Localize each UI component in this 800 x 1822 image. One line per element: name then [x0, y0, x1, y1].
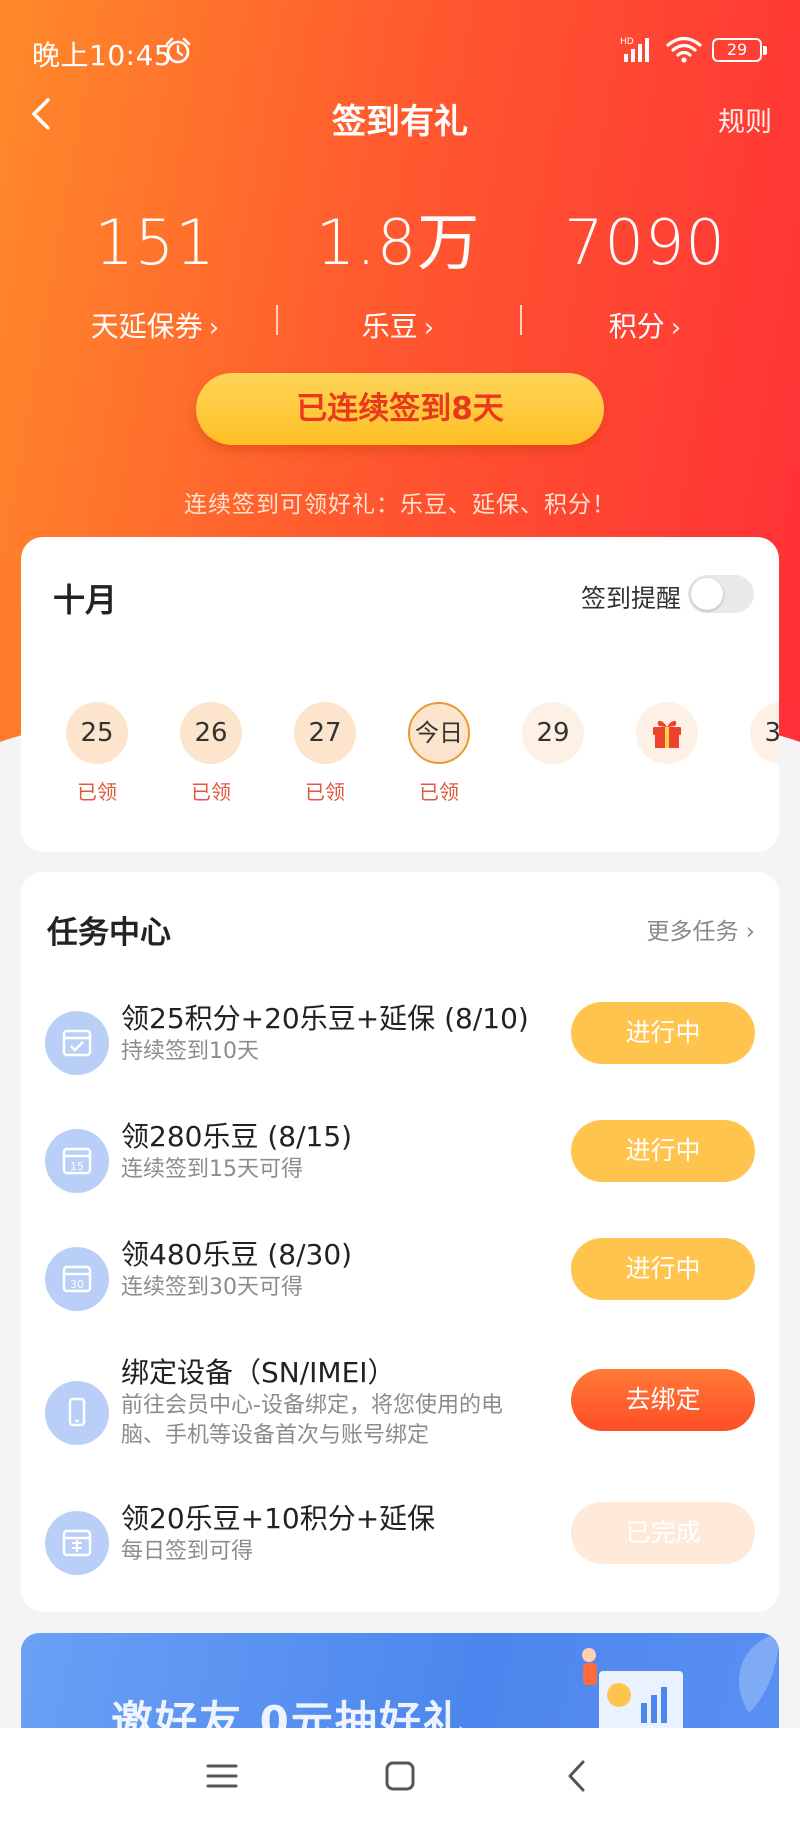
task-in-progress-button[interactable]: 进行中 — [571, 1002, 755, 1064]
task-name: 领280乐豆 (8/15) — [121, 1120, 353, 1153]
calendar-sign-icon — [45, 1511, 109, 1575]
home-icon[interactable] — [380, 1756, 420, 1796]
chevron-right-icon: › — [208, 313, 220, 343]
task-name: 领20乐豆+10积分+延保 — [121, 1502, 436, 1535]
stat-label: 天延保券 — [90, 310, 203, 343]
task-completed-button[interactable]: 已完成 — [571, 1502, 755, 1564]
stat-warranty-coupons[interactable]: 151 天延保券 › — [35, 205, 275, 345]
task-name: 绑定设备（SN/IMEI） — [121, 1356, 396, 1389]
stats-row: 151 天延保券 › 1.8万 乐豆 › 7090 积分 › — [0, 205, 800, 355]
task-row: 绑定设备（SN/IMEI） 前往会员中心-设备绑定，将您使用的电脑、手机等设备首… — [21, 1351, 779, 1481]
toggle-knob — [691, 578, 723, 610]
chevron-right-icon: › — [423, 313, 435, 343]
page-title: 签到有礼 — [332, 102, 468, 142]
calendar-15-icon: 15 — [45, 1129, 109, 1193]
day-29[interactable]: 29 — [513, 702, 593, 776]
day-status: 已领 — [305, 780, 345, 804]
system-navigation-bar — [0, 1728, 800, 1822]
task-row: 领25积分+20乐豆+延保 (8/10) 持续签到10天 进行中 — [21, 997, 779, 1097]
task-desc: 每日签到可得 — [121, 1539, 254, 1564]
phone-icon — [45, 1381, 109, 1445]
calendar-month: 十月 — [53, 581, 118, 619]
wifi-icon — [666, 36, 702, 63]
gift-icon — [653, 720, 681, 748]
signal-icon: HD — [620, 37, 649, 62]
day-today[interactable]: 今日 已领 — [399, 702, 479, 805]
day-gift[interactable] — [627, 702, 707, 776]
day-27[interactable]: 27 已领 — [285, 702, 365, 805]
svg-text:HD: HD — [620, 37, 634, 47]
calendar-check-icon — [45, 1011, 109, 1075]
day-status: 已领 — [77, 780, 117, 804]
day-circle: 27 — [294, 702, 356, 764]
svg-text:30: 30 — [70, 1278, 84, 1291]
calendar-card: 十月 签到提醒 25 已领 26 已领 27 已领 今日 已领 29 3 — [21, 537, 779, 852]
invite-banner[interactable]: 邀好友 0元抽好礼 — [21, 1633, 779, 1733]
streak-button[interactable]: 已连续签到8天 — [196, 373, 604, 445]
task-row: 30 领480乐豆 (8/30) 连续签到30天可得 进行中 — [21, 1233, 779, 1333]
task-in-progress-button[interactable]: 进行中 — [571, 1120, 755, 1182]
back-icon[interactable] — [558, 1756, 598, 1796]
rules-link[interactable]: 规则 — [718, 100, 772, 139]
streak-hint: 连续签到可领好礼：乐豆、延保、积分！ — [184, 492, 616, 518]
divider — [520, 305, 522, 335]
remind-toggle[interactable] — [688, 575, 754, 613]
task-desc: 连续签到15天可得 — [121, 1157, 303, 1182]
remind-label: 签到提醒 — [581, 584, 682, 613]
task-name: 领480乐豆 (8/30) — [121, 1238, 353, 1271]
day-26[interactable]: 26 已领 — [171, 702, 251, 805]
stat-value: 1.8万 — [315, 206, 481, 279]
battery-indicator: 29 — [712, 38, 767, 62]
day-circle — [636, 702, 698, 764]
task-desc: 前往会员中心-设备绑定，将您使用的电脑、手机等设备首次与账号绑定 — [121, 1393, 503, 1448]
task-name: 领25积分+20乐豆+延保 (8/10) — [121, 1002, 529, 1035]
task-center-title: 任务中心 — [47, 915, 171, 951]
alarm-icon — [165, 37, 191, 64]
calendar-30-icon: 30 — [45, 1247, 109, 1311]
bind-device-button[interactable]: 去绑定 — [571, 1369, 755, 1431]
more-tasks-link[interactable]: 更多任务 › — [646, 912, 755, 946]
task-in-progress-button[interactable]: 进行中 — [571, 1238, 755, 1300]
stat-points[interactable]: 7090 积分 › — [525, 205, 765, 345]
task-desc: 连续签到30天可得 — [121, 1275, 303, 1300]
banner-text: 邀好友 0元抽好礼 — [111, 1697, 467, 1733]
status-bar: 晚上10:45 HD 29 — [0, 0, 800, 100]
day-status: 已领 — [419, 780, 459, 804]
day-circle: 今日 — [408, 702, 470, 764]
day-25[interactable]: 25 已领 — [57, 702, 137, 805]
svg-text:15: 15 — [70, 1160, 84, 1173]
leaf-decoration-icon — [739, 1633, 779, 1713]
day-circle: 26 — [180, 702, 242, 764]
day-status: 已领 — [191, 780, 231, 804]
day-circle: 31 — [750, 702, 779, 764]
chevron-right-icon: › — [670, 313, 682, 343]
chart-board-illustration — [582, 1648, 683, 1733]
task-center-card: 任务中心 更多任务 › 领25积分+20乐豆+延保 (8/10) 持续签到10天… — [21, 872, 779, 1612]
menu-icon[interactable] — [202, 1756, 242, 1796]
status-time: 晚上10:45 — [32, 39, 173, 72]
day-circle: 29 — [522, 702, 584, 764]
stat-value: 7090 — [564, 206, 726, 279]
day-circle: 25 — [66, 702, 128, 764]
stat-ledou[interactable]: 1.8万 乐豆 › — [278, 205, 518, 345]
stat-value: 151 — [94, 206, 216, 279]
task-row: 领20乐豆+10积分+延保 每日签到可得 已完成 — [21, 1497, 779, 1597]
task-row: 15 领280乐豆 (8/15) 连续签到15天可得 进行中 — [21, 1115, 779, 1215]
day-31[interactable]: 31 — [741, 702, 779, 776]
stat-label: 积分 — [608, 310, 665, 343]
task-desc: 持续签到10天 — [121, 1039, 259, 1064]
stat-label: 乐豆 — [361, 310, 418, 343]
